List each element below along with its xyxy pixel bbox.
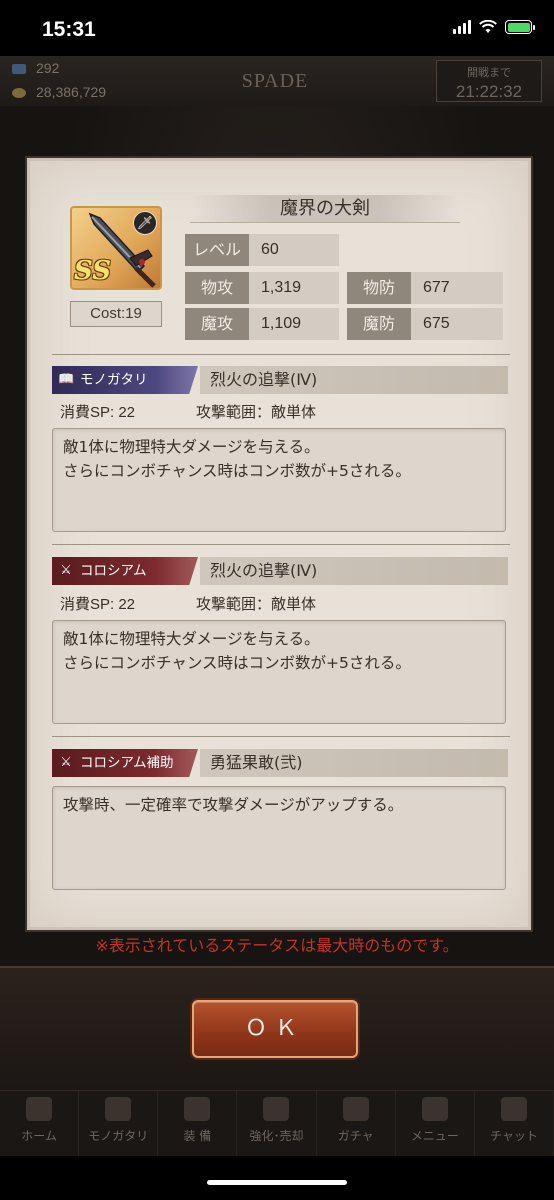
guild-title: SPADE	[241, 70, 309, 92]
divider	[52, 736, 510, 737]
ok-button[interactable]: ＯＫ	[192, 1000, 358, 1058]
gacha-icon	[342, 1097, 369, 1121]
status-bar: 15:31	[0, 0, 554, 56]
stat-physical-attack: 物攻 1,319	[185, 272, 339, 304]
skill-description: 敵1体に物理特大ダメージを与える。 さらにコンボチャンス時はコンボ数が+5される…	[52, 620, 506, 724]
skill-description: 敵1体に物理特大ダメージを与える。 さらにコンボチャンス時はコンボ数が+5される…	[52, 428, 506, 532]
skill-meta: 消費SP: 22 攻撃範囲：敵単体	[60, 401, 316, 422]
stat-physical-defense: 物防 677	[347, 272, 503, 304]
skill-header-colosseum: ⚔ コロシアム 烈火の追撃(Ⅳ)	[52, 557, 508, 585]
hammer-icon	[263, 1097, 290, 1121]
skill-header-colosseum-support: ⚔ コロシアム補助 勇猛果敢(弐)	[52, 749, 508, 777]
tab-story[interactable]: モノガタリ	[79, 1091, 159, 1156]
bottom-tab-bar: ホーム モノガタリ 装 備 強化･売却 ガチャ メニュー チャット	[0, 1090, 554, 1156]
skill-range: 攻撃範囲：敵単体	[196, 404, 317, 421]
tab-enhance-sell[interactable]: 強化･売却	[237, 1091, 317, 1156]
skill-tag-story: 📖 モノガタリ	[52, 366, 198, 394]
stat-magic-attack: 魔攻 1,109	[185, 308, 339, 340]
skill-name: 勇猛果敢(弐)	[200, 749, 508, 777]
book-icon	[105, 1097, 132, 1121]
weapon-name: 魔界の大剣	[190, 195, 460, 223]
tab-equipment[interactable]: 装 備	[158, 1091, 238, 1156]
weapon-icon: 🗡 SS	[70, 206, 162, 290]
gem-icon	[12, 64, 26, 75]
battle-timer: 開戦まで 21:22:32	[436, 60, 542, 102]
home-indicator[interactable]	[207, 1180, 347, 1185]
divider	[52, 354, 510, 355]
rarity-badge: SS	[74, 256, 111, 286]
game-header: 292 28,386,729 SPADE 開戦まで 21:22:32	[0, 56, 554, 106]
weapon-type-badge: 🗡	[133, 211, 157, 235]
tab-gacha[interactable]: ガチャ	[317, 1091, 396, 1156]
crossed-swords-icon: ⚔	[60, 563, 72, 578]
tab-chat[interactable]: チャット	[475, 1091, 554, 1156]
armor-icon	[184, 1097, 211, 1121]
skill-tag-colosseum: ⚔ コロシアム	[52, 557, 198, 585]
divider	[52, 544, 510, 545]
stat-level: レベル 60	[185, 234, 339, 266]
skill-meta: 消費SP: 22 攻撃範囲：敵単体	[60, 593, 316, 614]
skill-header-story: 📖 モノガタリ 烈火の追撃(Ⅳ)	[52, 366, 508, 394]
wifi-icon	[479, 20, 497, 33]
chat-icon	[500, 1097, 527, 1121]
status-icons	[453, 20, 535, 34]
skill-sp-cost: 消費SP: 22	[60, 404, 136, 421]
tab-menu[interactable]: メニュー	[396, 1091, 475, 1156]
cost-label: Cost:19	[70, 301, 162, 327]
resource-gold: 28,386,729	[12, 84, 106, 100]
coin-icon	[12, 88, 26, 99]
book-icon: 📖	[58, 372, 75, 387]
skill-sp-cost: 消費SP: 22	[60, 596, 136, 613]
cellular-signal-icon	[453, 20, 471, 34]
skill-tag-colosseum-support: ⚔ コロシアム補助	[52, 749, 198, 777]
tab-home[interactable]: ホーム	[0, 1091, 80, 1156]
stat-magic-defense: 魔防 675	[347, 308, 503, 340]
weapon-detail-card: 🗡 SS Cost:19 魔界の大剣 レベル 60 物攻 1,319 物防 67…	[27, 158, 531, 930]
skill-range: 攻撃範囲：敵単体	[196, 596, 317, 613]
max-status-notice: ※表示されているステータスは最大時のものです。	[95, 936, 459, 955]
skill-name: 烈火の追撃(Ⅳ)	[200, 557, 508, 585]
battery-icon	[505, 20, 535, 34]
status-time: 15:31	[42, 18, 96, 41]
gear-icon	[421, 1097, 448, 1121]
skill-name: 烈火の追撃(Ⅳ)	[200, 366, 508, 394]
support-icon: ⚔	[60, 755, 72, 770]
resource-gems: 292	[12, 60, 59, 76]
skill-description: 攻撃時、一定確率で攻撃ダメージがアップする。	[52, 786, 506, 890]
home-bar-area	[0, 1156, 554, 1200]
home-icon	[26, 1097, 53, 1121]
